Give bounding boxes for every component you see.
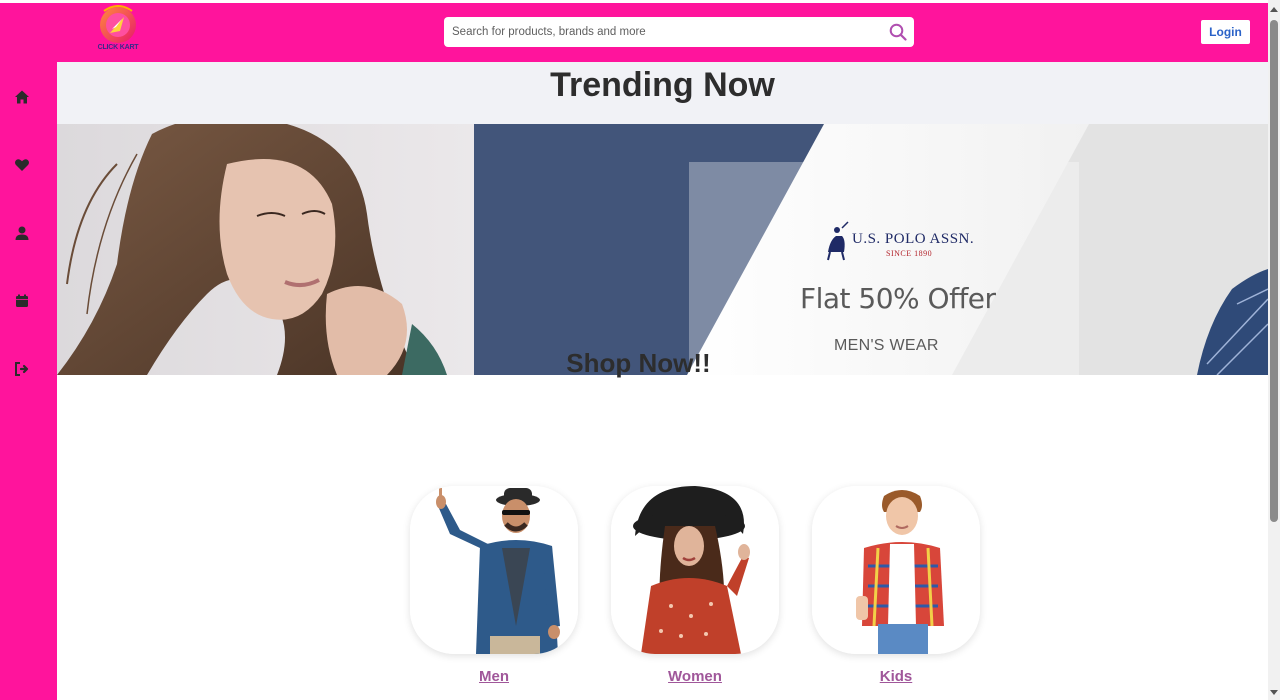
promo-banner[interactable]: U.S. POLO ASSN. SINCE 1890 Flat 50% Offe… <box>57 124 1268 375</box>
category-link-women[interactable]: Women <box>611 668 779 685</box>
top-header: CLICK KART Login <box>0 3 1268 62</box>
logo-mark-icon <box>100 5 136 43</box>
login-button[interactable]: Login <box>1201 20 1250 44</box>
banner-image <box>57 124 1268 375</box>
scroll-up-arrow-icon[interactable] <box>1270 6 1278 14</box>
user-icon[interactable] <box>14 225 30 241</box>
trending-header: Trending Now <box>57 62 1268 124</box>
category-link-men[interactable]: Men <box>410 668 578 685</box>
shop-title: Shop Now!! <box>566 348 711 378</box>
category-card-men[interactable] <box>410 486 578 654</box>
men-category-image <box>410 486 578 654</box>
clickkart-logo[interactable]: CLICK KART <box>94 5 142 57</box>
search-input[interactable] <box>444 17 874 47</box>
scrollbar-thumb[interactable] <box>1270 20 1278 522</box>
banner-brand-name: U.S. POLO ASSN. <box>852 231 975 247</box>
heart-icon[interactable] <box>14 157 30 173</box>
home-icon[interactable] <box>14 89 30 105</box>
category-link-kids[interactable]: Kids <box>812 668 980 685</box>
search-bar <box>444 17 914 47</box>
banner-brand-since: SINCE 1890 <box>886 249 933 258</box>
logo-text: CLICK KART <box>97 44 139 51</box>
trending-title: Trending Now <box>550 66 775 104</box>
category-card-kids[interactable] <box>812 486 980 654</box>
calendar-icon[interactable] <box>14 293 30 309</box>
scroll-down-arrow-icon[interactable] <box>1270 688 1278 696</box>
kids-category-image <box>812 486 980 654</box>
category-card-women[interactable] <box>611 486 779 654</box>
left-sidebar <box>0 62 57 700</box>
banner-offer-text: Flat 50% Offer <box>800 282 996 315</box>
women-category-image <box>611 486 779 654</box>
vertical-scrollbar[interactable] <box>1268 0 1280 700</box>
search-icon[interactable] <box>889 23 907 41</box>
